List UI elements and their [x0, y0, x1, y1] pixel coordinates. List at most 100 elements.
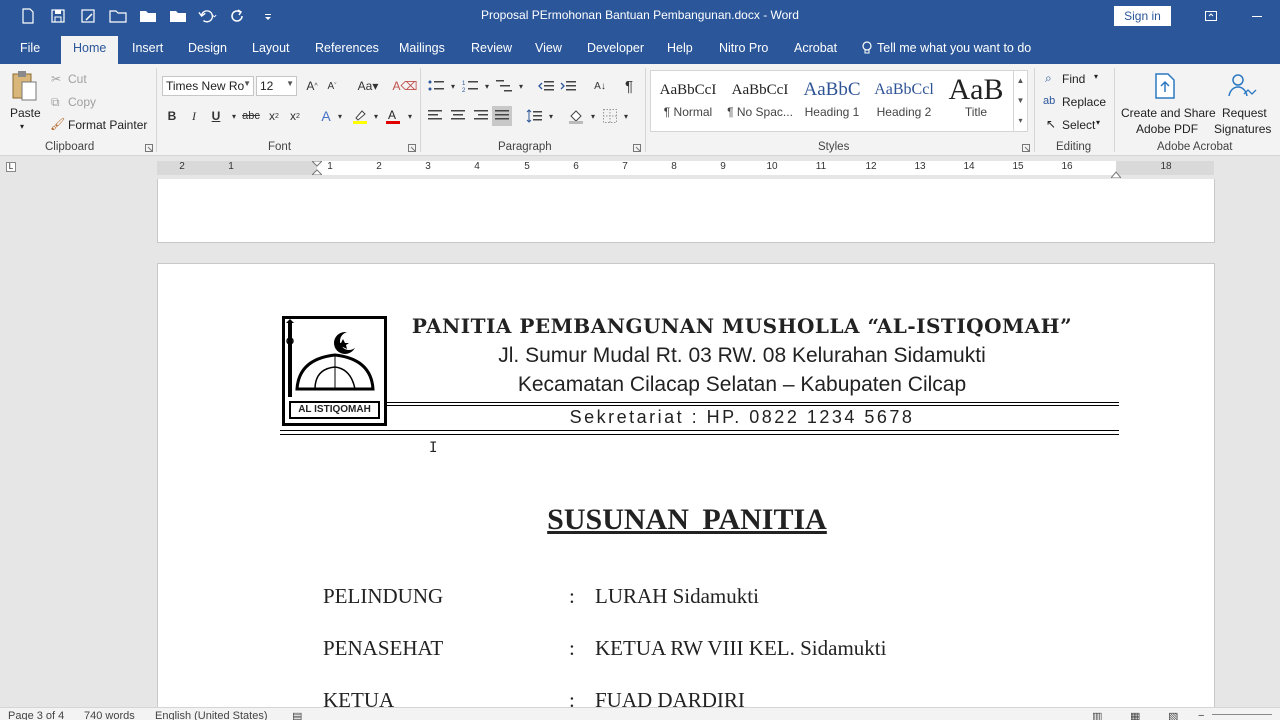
word-count[interactable]: 740 words — [84, 710, 135, 720]
sort-icon[interactable]: A↓ — [590, 76, 610, 96]
underline-icon[interactable]: U — [206, 106, 226, 126]
style-title[interactable]: AaB Title — [940, 71, 1012, 131]
minimize-icon[interactable] — [1234, 0, 1280, 32]
page-current[interactable]: AL ISTIQOMAH PANITIA PEMBANGUNAN MUSHOLL… — [157, 263, 1215, 707]
indent-marker[interactable] — [310, 160, 324, 176]
chevron-up-icon[interactable]: ▲ — [1014, 71, 1027, 91]
tab-layout[interactable]: Layout — [252, 41, 290, 55]
grow-font-icon[interactable]: A ^ — [302, 76, 322, 96]
select-button[interactable]: Select — [1062, 118, 1095, 132]
font-color-dropdown-icon[interactable]: ▾ — [400, 106, 420, 126]
tab-acrobat[interactable]: Acrobat — [794, 41, 837, 55]
document-area[interactable]: AL ISTIQOMAH PANITIA PEMBANGUNAN MUSHOLL… — [0, 179, 1280, 707]
page-previous[interactable] — [157, 179, 1215, 243]
align-center-icon[interactable] — [448, 106, 468, 126]
select-cursor-icon: ↖ — [1046, 117, 1057, 131]
tab-view[interactable]: View — [535, 41, 562, 55]
text-effects-dropdown-icon[interactable]: ▾ — [330, 106, 350, 126]
line-spacing-dropdown-icon[interactable]: ▾ — [541, 106, 561, 126]
row-value: KETUA RW VIII KEL. Sidamukti — [595, 636, 887, 660]
justify-icon[interactable] — [492, 106, 512, 126]
tab-insert[interactable]: Insert — [132, 41, 163, 55]
align-left-icon[interactable] — [426, 106, 446, 126]
multilevel-dropdown-icon[interactable]: ▾ — [511, 76, 531, 96]
tab-developer[interactable]: Developer — [587, 41, 644, 55]
ruler-label: 11 — [815, 161, 827, 172]
tab-file[interactable]: File — [20, 41, 40, 55]
replace-icon: ab — [1043, 95, 1056, 107]
tab-selector[interactable]: L — [6, 162, 16, 172]
tab-design[interactable]: Design — [188, 41, 227, 55]
font-size-combo[interactable]: 12 ▼ — [256, 76, 297, 96]
chevron-down-icon[interactable]: ▼ — [1014, 91, 1027, 111]
style-name: Heading 1 — [804, 105, 860, 119]
bold-icon[interactable]: B — [162, 106, 182, 126]
create-share-pdf-line2[interactable]: Adobe PDF — [1136, 122, 1198, 136]
zoom-slider[interactable] — [1212, 714, 1272, 715]
page-count[interactable]: Page 3 of 4 — [8, 710, 64, 720]
style-normal[interactable]: AaBbCcI ¶ Normal — [652, 71, 724, 131]
borders-dropdown-icon[interactable]: ▾ — [616, 106, 636, 126]
copy-button[interactable]: Copy — [68, 95, 96, 109]
shrink-font-icon[interactable]: Aˇ — [322, 76, 342, 96]
styles-scrollbar[interactable]: ▲ ▼ ▾ — [1013, 71, 1027, 131]
web-layout-icon[interactable]: ▧ — [1168, 710, 1178, 720]
styles-launcher-icon[interactable] — [1022, 144, 1030, 152]
tell-me-search[interactable]: Tell me what you want to do — [862, 41, 1031, 55]
request-signatures-line1[interactable]: Request — [1222, 106, 1267, 120]
style-name: Heading 2 — [876, 105, 932, 119]
cut-button[interactable]: Cut — [68, 72, 87, 86]
ruler-label: 14 — [963, 161, 975, 172]
tab-references[interactable]: References — [315, 41, 379, 55]
font-launcher-icon[interactable] — [408, 144, 416, 152]
strikethrough-icon[interactable]: abc — [241, 106, 261, 126]
select-dropdown-icon[interactable]: ▾ — [1096, 118, 1100, 127]
decrease-indent-icon[interactable] — [536, 76, 556, 96]
divider — [1034, 68, 1035, 152]
align-right-icon[interactable] — [470, 106, 490, 126]
clear-formatting-icon[interactable]: A⌫ — [393, 76, 418, 96]
more-styles-icon[interactable]: ▾ — [1014, 111, 1027, 131]
replace-button[interactable]: Replace — [1062, 95, 1106, 109]
divider — [645, 68, 646, 152]
style-heading-1[interactable]: AaBbC Heading 1 — [796, 71, 868, 131]
paste-button[interactable]: Paste — [10, 106, 41, 120]
tab-review[interactable]: Review — [471, 41, 512, 55]
sign-in-button[interactable]: Sign in — [1114, 6, 1171, 26]
find-dropdown-icon[interactable]: ▾ — [1094, 72, 1098, 81]
tab-nitro-pro[interactable]: Nitro Pro — [719, 41, 768, 55]
ribbon-display-options-icon[interactable] — [1188, 0, 1234, 32]
ruler-label: 1 — [228, 161, 234, 172]
change-case-icon[interactable]: Aa▾ — [354, 76, 382, 96]
find-button[interactable]: Find — [1062, 72, 1085, 86]
request-signatures-line2[interactable]: Signatures — [1214, 122, 1271, 136]
format-painter-button[interactable]: Format Painter — [68, 118, 147, 132]
subscript-icon[interactable]: x2 — [264, 106, 284, 126]
style-no-spacing[interactable]: AaBbCcI ¶ No Spac... — [724, 71, 796, 131]
ruler-label: 5 — [524, 161, 530, 172]
print-layout-icon[interactable]: ▦ — [1130, 710, 1140, 720]
show-formatting-marks-icon[interactable]: ¶ — [619, 76, 639, 96]
paragraph-launcher-icon[interactable] — [633, 144, 641, 152]
tab-help[interactable]: Help — [667, 41, 693, 55]
letterhead-title: PANITIA PEMBANGUNAN MUSHOLLA “AL-ISTIQOM… — [411, 314, 1073, 338]
right-indent-marker[interactable] — [1109, 167, 1123, 179]
zoom-out-icon[interactable]: − — [1198, 710, 1204, 720]
ruler-label: 8 — [671, 161, 677, 172]
clipboard-launcher-icon[interactable] — [145, 144, 153, 152]
style-heading-2[interactable]: AaBbCcl Heading 2 — [868, 71, 940, 131]
superscript-icon[interactable]: x2 — [285, 106, 305, 126]
horizontal-ruler[interactable]: 2 1 1 2 3 4 5 6 7 8 9 10 11 12 13 14 15 … — [157, 160, 1214, 179]
italic-icon[interactable]: I — [184, 106, 204, 126]
paste-dropdown-icon[interactable]: ▾ — [20, 122, 24, 131]
read-mode-icon[interactable]: ▥ — [1092, 710, 1102, 720]
font-name-combo[interactable]: Times New Ro ▼ — [162, 76, 254, 96]
macro-recording-icon[interactable]: ▤ — [292, 710, 302, 720]
increase-indent-icon[interactable] — [558, 76, 578, 96]
language-status[interactable]: English (United States) — [155, 710, 268, 720]
paste-icon[interactable] — [10, 70, 40, 106]
create-share-pdf-line1[interactable]: Create and Share — [1121, 106, 1216, 120]
tab-home[interactable]: Home — [61, 36, 119, 64]
tab-mailings[interactable]: Mailings — [399, 41, 445, 55]
style-name: Title — [964, 105, 988, 119]
